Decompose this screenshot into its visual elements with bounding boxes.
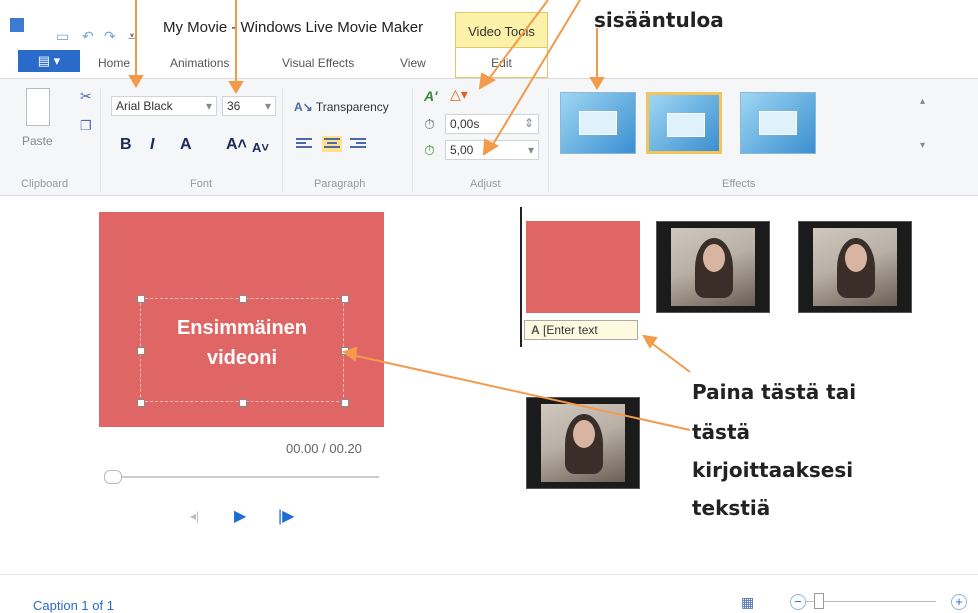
caption-counter: Caption 1 of 1 (33, 598, 114, 613)
zoom-in-icon[interactable]: + (951, 594, 967, 610)
storyboard-view-icon[interactable]: ▦ (741, 594, 754, 611)
arrow-line (351, 354, 691, 431)
arrow-head (589, 77, 605, 90)
annotation-line-2: tästä (692, 420, 751, 444)
arrow-head (341, 346, 358, 362)
arrow-head (228, 81, 244, 94)
arrow-line (649, 341, 691, 373)
annotation-line-1: Paina tästä tai (692, 380, 857, 404)
status-bar (0, 574, 978, 603)
zoom-out-icon[interactable]: − (790, 594, 806, 610)
annotation-line-3: kirjoittaaksesi (692, 458, 854, 482)
annotation-arrows (128, 0, 691, 431)
zoom-thumb[interactable] (814, 593, 824, 609)
annotation-line-4: tekstiä (692, 496, 771, 520)
annotation-entrance: sisääntuloa (594, 8, 724, 32)
arrow-head (128, 75, 144, 88)
arrow-line (491, 0, 581, 147)
